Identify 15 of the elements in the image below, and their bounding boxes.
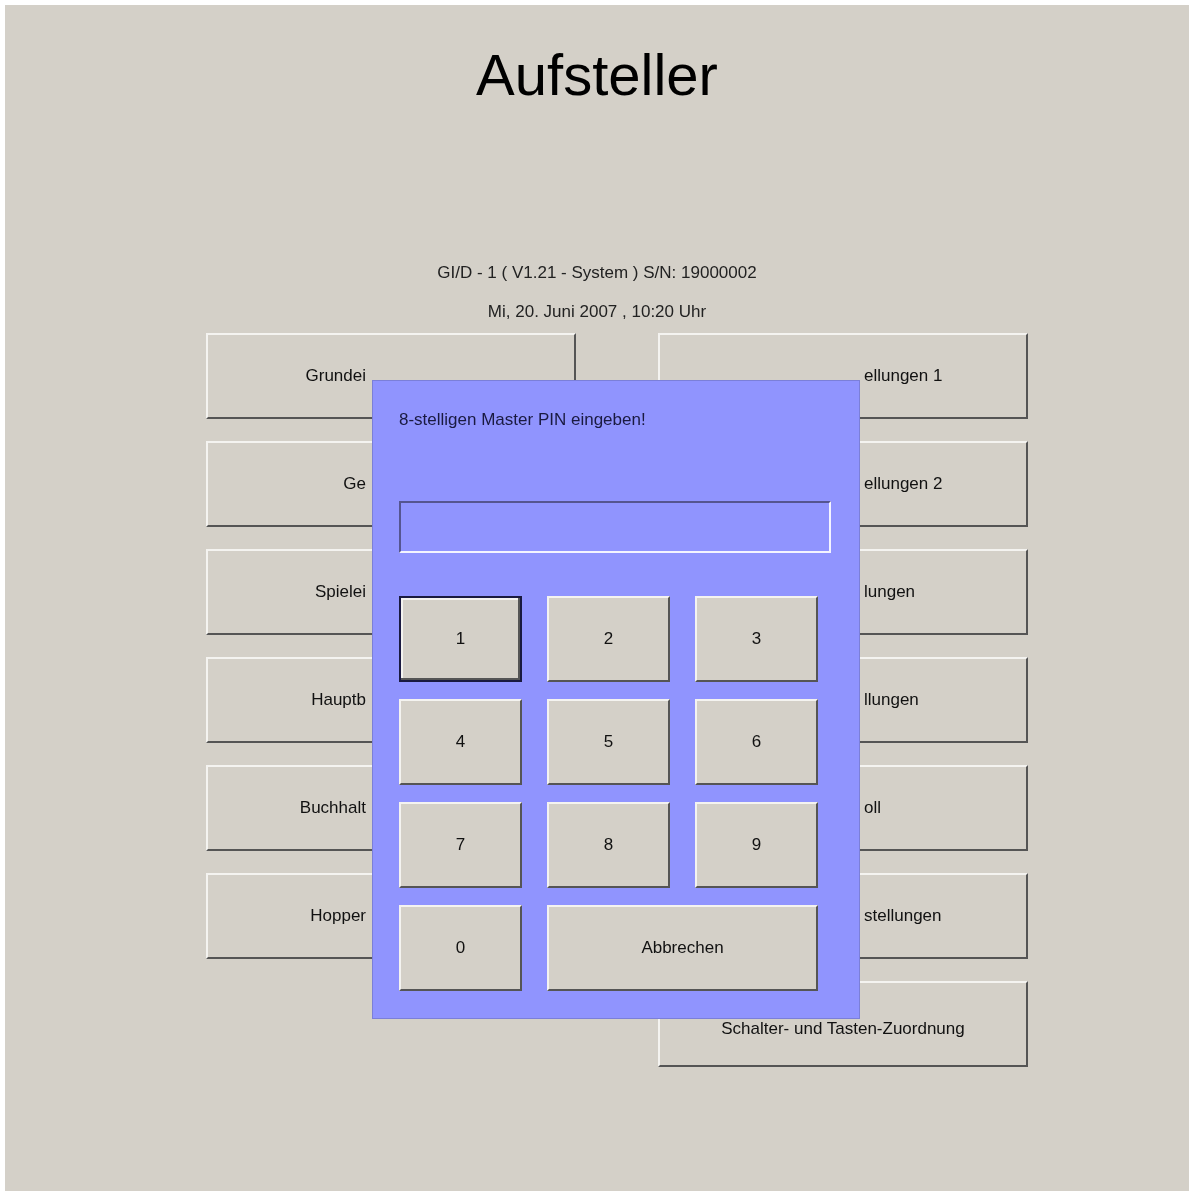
date-time: Mi, 20. Juni 2007 , 10:20 Uhr — [487, 301, 707, 323]
pin-input-field[interactable] — [399, 501, 831, 553]
keypad-key[interactable]: 9 — [695, 802, 818, 888]
keypad-key[interactable]: 2 — [547, 596, 670, 682]
device-info: GI/D - 1 ( V1.21 - System ) S/N: 19000002 — [437, 262, 757, 284]
keypad-key[interactable]: 8 — [547, 802, 670, 888]
keypad-key[interactable]: 6 — [695, 699, 818, 785]
keypad-key[interactable]: 1 — [399, 596, 522, 682]
keypad-key[interactable]: 7 — [399, 802, 522, 888]
keypad-key[interactable]: 0 — [399, 905, 522, 991]
keypad-key[interactable]: 5 — [547, 699, 670, 785]
page-title: Aufsteller — [476, 43, 718, 107]
cancel-button[interactable]: Abbrechen — [547, 905, 818, 991]
keypad-key[interactable]: 3 — [695, 596, 818, 682]
keypad-key[interactable]: 4 — [399, 699, 522, 785]
